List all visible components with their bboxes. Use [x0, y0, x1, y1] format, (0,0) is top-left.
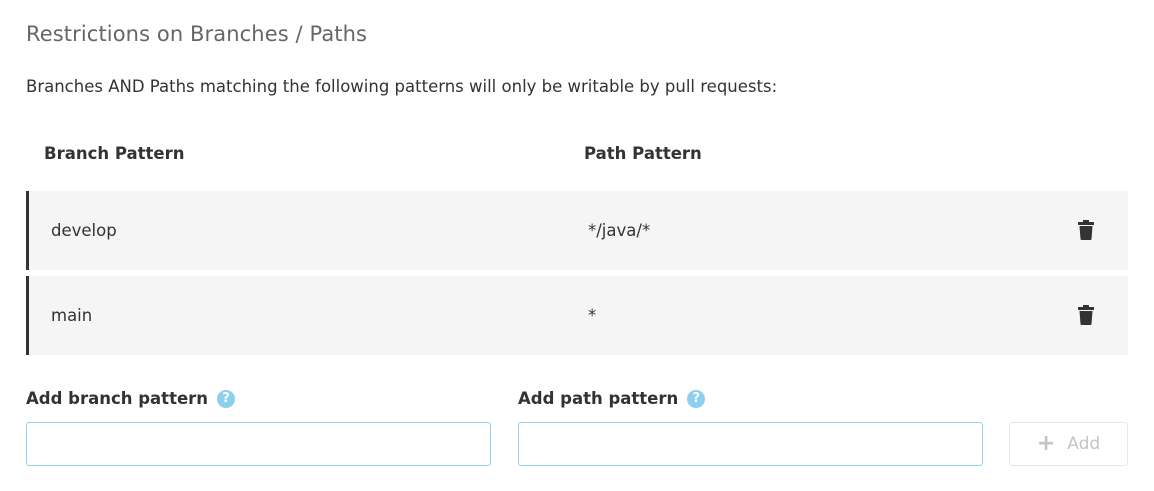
path-pattern-input[interactable] — [518, 422, 983, 466]
help-icon[interactable]: ? — [687, 389, 706, 408]
add-button[interactable]: + Add — [1009, 422, 1128, 466]
add-button-label: Add — [1067, 434, 1101, 454]
delete-restriction-button[interactable] — [1078, 305, 1094, 325]
add-branch-pattern-label-text: Add branch pattern — [26, 389, 209, 408]
branch-pattern-value: develop — [51, 221, 117, 240]
restriction-row: main * — [26, 276, 1128, 355]
trash-icon — [1078, 305, 1094, 325]
add-path-pattern-label-text: Add path pattern — [518, 389, 679, 408]
help-icon[interactable]: ? — [217, 389, 236, 408]
trash-icon — [1078, 220, 1094, 240]
restriction-row: develop */java/* — [26, 191, 1128, 270]
add-branch-pattern-label: Add branch pattern ? — [26, 389, 236, 408]
branch-pattern-input[interactable] — [26, 422, 491, 466]
path-pattern-header: Path Pattern — [584, 144, 702, 163]
delete-restriction-button[interactable] — [1078, 220, 1094, 240]
path-pattern-value: * — [588, 306, 597, 325]
section-description: Branches AND Paths matching the followin… — [26, 77, 778, 96]
plus-icon: + — [1036, 431, 1056, 456]
branch-pattern-header: Branch Pattern — [44, 144, 185, 163]
section-title: Restrictions on Branches / Paths — [26, 22, 368, 46]
add-path-pattern-label: Add path pattern ? — [518, 389, 706, 408]
path-pattern-value: */java/* — [588, 221, 651, 240]
branch-pattern-value: main — [51, 306, 93, 325]
